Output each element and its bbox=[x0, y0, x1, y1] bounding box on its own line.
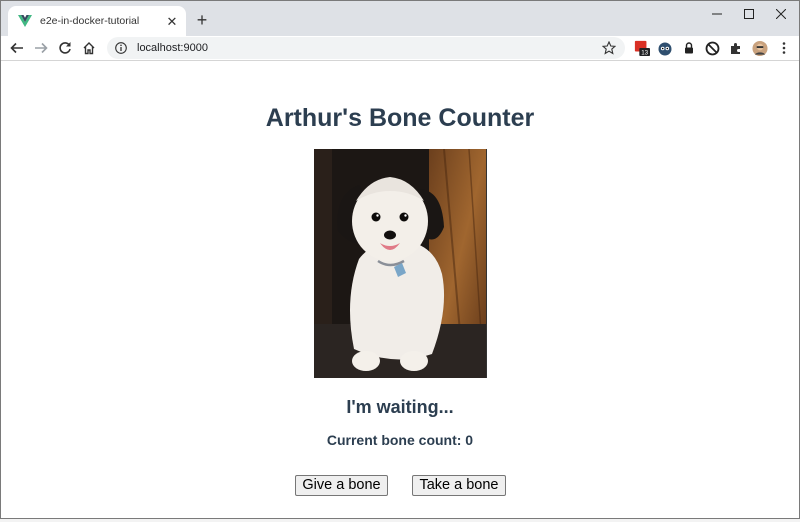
tab-close-icon[interactable]: ✕ bbox=[164, 13, 180, 29]
info-icon[interactable] bbox=[115, 41, 129, 55]
maximize-icon[interactable] bbox=[731, 1, 767, 27]
page-viewport: Arthur's Bone Counter I'm waiting... Cur… bbox=[1, 62, 799, 518]
take-bone-button[interactable]: Take a bone bbox=[412, 475, 506, 496]
extension-badge: 13 bbox=[641, 50, 648, 57]
browser-window: e2e-in-docker-tutorial ✕ + localhost:900… bbox=[0, 0, 800, 519]
lock-extension-icon[interactable] bbox=[681, 40, 697, 56]
new-tab-icon[interactable]: + bbox=[194, 11, 210, 29]
puzzle-extensions-icon[interactable] bbox=[728, 40, 744, 56]
window-close-icon[interactable] bbox=[763, 1, 799, 27]
browser-toolbar: localhost:9000 13 bbox=[1, 36, 799, 61]
kebab-menu-icon[interactable] bbox=[776, 40, 792, 56]
vue-logo-icon bbox=[18, 14, 32, 28]
star-bookmark-icon[interactable] bbox=[601, 40, 617, 56]
browser-tab[interactable]: e2e-in-docker-tutorial ✕ bbox=[8, 6, 186, 36]
owl-extension-icon[interactable] bbox=[657, 40, 673, 56]
bone-count: Current bone count: 0 bbox=[326, 432, 474, 448]
reload-icon[interactable] bbox=[56, 39, 74, 57]
back-arrow-icon[interactable] bbox=[8, 39, 26, 57]
forward-arrow-icon[interactable] bbox=[32, 39, 50, 57]
give-bone-button[interactable]: Give a bone bbox=[295, 475, 388, 496]
page-title: Arthur's Bone Counter bbox=[265, 104, 535, 132]
block-extension-icon[interactable] bbox=[704, 40, 720, 56]
minimize-icon[interactable] bbox=[699, 1, 735, 27]
address-bar[interactable]: localhost:9000 bbox=[107, 37, 625, 59]
profile-avatar-icon[interactable] bbox=[752, 40, 768, 56]
status-message: I'm waiting... bbox=[346, 397, 454, 417]
home-icon[interactable] bbox=[80, 39, 98, 57]
dog-photo bbox=[314, 149, 487, 378]
url-text: localhost:9000 bbox=[137, 42, 208, 54]
tab-title: e2e-in-docker-tutorial bbox=[40, 15, 140, 27]
tab-strip: e2e-in-docker-tutorial ✕ + bbox=[1, 1, 799, 36]
calendar-extension-icon[interactable]: 13 bbox=[634, 40, 650, 57]
